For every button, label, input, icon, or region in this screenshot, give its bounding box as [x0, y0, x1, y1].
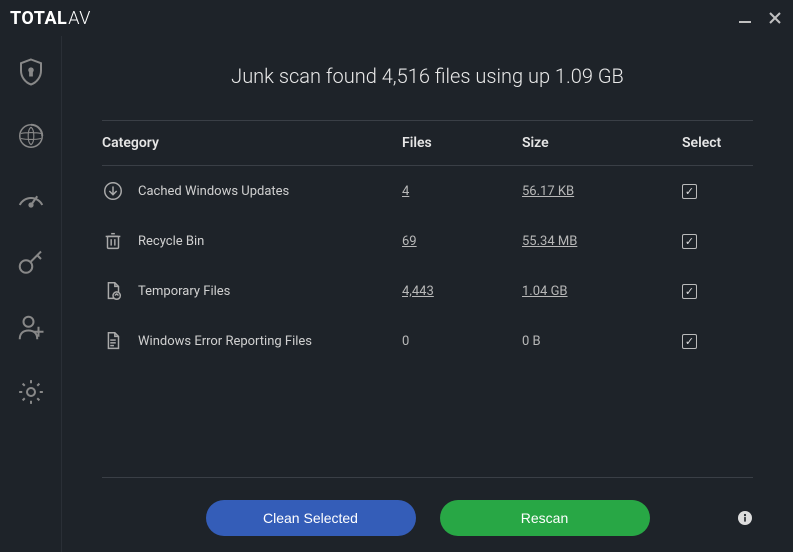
files-value[interactable]: 4 [402, 184, 409, 199]
col-header-files: Files [402, 135, 522, 151]
error-report-icon [102, 330, 124, 352]
app-logo: TOTALAV [10, 8, 91, 29]
table-row: Cached Windows Updates 4 56.17 KB ✓ [102, 166, 753, 216]
download-circle-icon [102, 180, 124, 202]
files-value: 0 [402, 334, 409, 349]
titlebar: TOTALAV [0, 0, 793, 36]
category-cell: Temporary Files [102, 280, 402, 302]
table-row: Temporary Files 4,443 1.04 GB ✓ [102, 266, 753, 316]
table-row: Recycle Bin 69 55.34 MB ✓ [102, 216, 753, 266]
size-value[interactable]: 55.34 MB [522, 234, 577, 249]
temp-file-icon [102, 280, 124, 302]
category-cell: Windows Error Reporting Files [102, 330, 402, 352]
select-checkbox[interactable]: ✓ [682, 234, 697, 249]
sidebar-item-antivirus[interactable] [13, 54, 49, 90]
category-cell: Cached Windows Updates [102, 180, 402, 202]
table-row: Windows Error Reporting Files 0 0 B ✓ [102, 316, 753, 366]
files-value[interactable]: 4,443 [402, 284, 434, 299]
close-button[interactable] [767, 10, 783, 26]
sidebar [0, 36, 62, 552]
minimize-button[interactable] [737, 10, 753, 26]
main-content: Junk scan found 4,516 files using up 1.0… [62, 36, 793, 552]
logo-bold: TOTAL [10, 8, 67, 29]
page-title: Junk scan found 4,516 files using up 1.0… [102, 64, 753, 88]
size-value: 0 B [522, 334, 541, 349]
files-value[interactable]: 69 [402, 234, 417, 249]
col-header-category: Category [102, 135, 402, 151]
footer-actions: Clean Selected Rescan [102, 477, 753, 536]
category-cell: Recycle Bin [102, 230, 402, 252]
category-label: Temporary Files [138, 284, 230, 299]
sidebar-item-settings[interactable] [13, 374, 49, 410]
select-checkbox[interactable]: ✓ [682, 284, 697, 299]
logo-thin: AV [68, 8, 91, 29]
rescan-button[interactable]: Rescan [440, 500, 650, 536]
category-label: Recycle Bin [138, 234, 204, 249]
clean-selected-button[interactable]: Clean Selected [206, 500, 416, 536]
table-header: Category Files Size Select [102, 121, 753, 166]
sidebar-item-family[interactable] [13, 310, 49, 346]
sidebar-item-privacy[interactable] [13, 118, 49, 154]
trash-icon [102, 230, 124, 252]
info-icon[interactable] [737, 510, 753, 526]
category-label: Windows Error Reporting Files [138, 334, 312, 349]
size-value[interactable]: 1.04 GB [522, 284, 568, 299]
select-checkbox[interactable]: ✓ [682, 334, 697, 349]
col-header-select: Select [682, 135, 753, 151]
category-label: Cached Windows Updates [138, 184, 289, 199]
sidebar-item-performance[interactable] [13, 182, 49, 218]
select-checkbox[interactable]: ✓ [682, 184, 697, 199]
results-table: Category Files Size Select Cached Window… [102, 120, 753, 477]
window-controls [737, 10, 783, 26]
size-value[interactable]: 56.17 KB [522, 184, 574, 199]
sidebar-item-password[interactable] [13, 246, 49, 282]
col-header-size: Size [522, 135, 682, 151]
